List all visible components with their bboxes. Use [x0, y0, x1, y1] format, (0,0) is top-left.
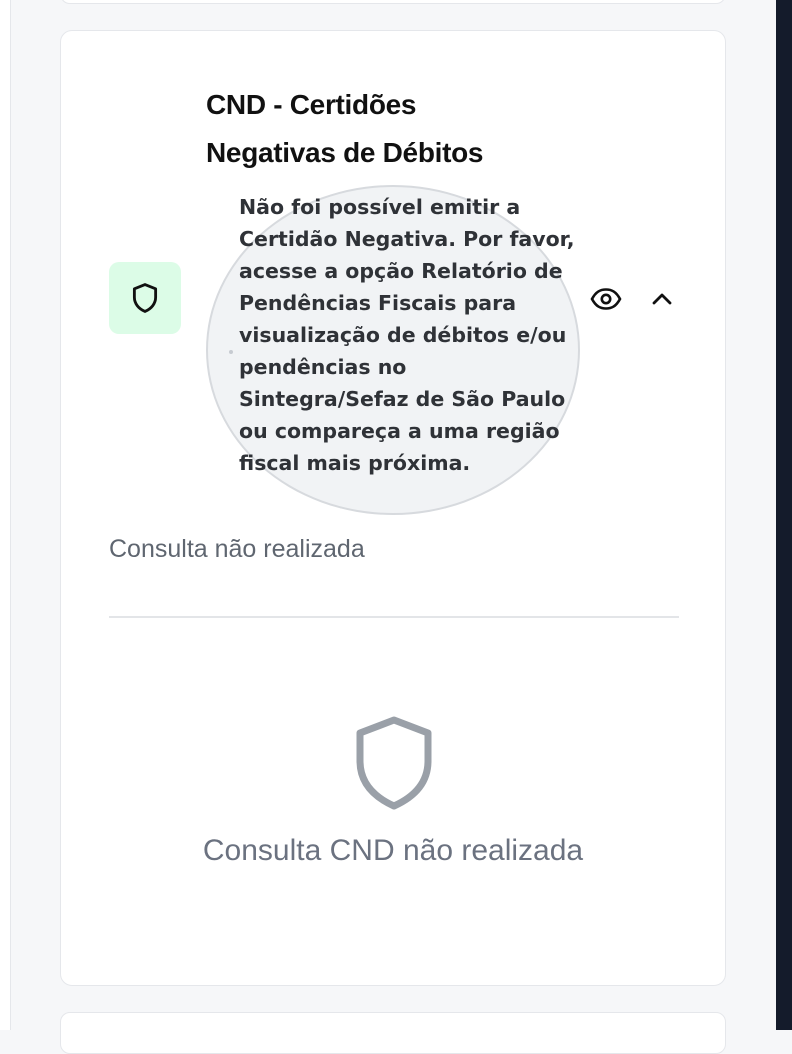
- cnd-badge: [109, 262, 181, 334]
- previous-card: [60, 0, 726, 4]
- card-title: CND - Certidões Negativas de Débitos: [206, 89, 484, 168]
- divider: [109, 616, 679, 618]
- next-card: [60, 1012, 726, 1054]
- collapse-button[interactable]: [647, 283, 677, 315]
- empty-state-message: Consulta CND não realizada: [202, 834, 584, 867]
- left-panel-edge: [0, 0, 11, 1030]
- shield-icon: [356, 716, 432, 810]
- cnd-card: CND - Certidões Negativas de Débitos Não…: [60, 30, 726, 986]
- tooltip-anchor-dot: [229, 350, 233, 354]
- chevron-up-icon: [652, 293, 672, 305]
- eye-icon: [590, 288, 622, 310]
- shield-icon: [132, 283, 158, 313]
- view-button[interactable]: [590, 283, 622, 315]
- status-text: Consulta não realizada: [109, 535, 365, 563]
- tooltip-text: Não foi possível emitir a Certidão Negat…: [239, 195, 575, 475]
- right-dark-panel: [776, 0, 792, 1030]
